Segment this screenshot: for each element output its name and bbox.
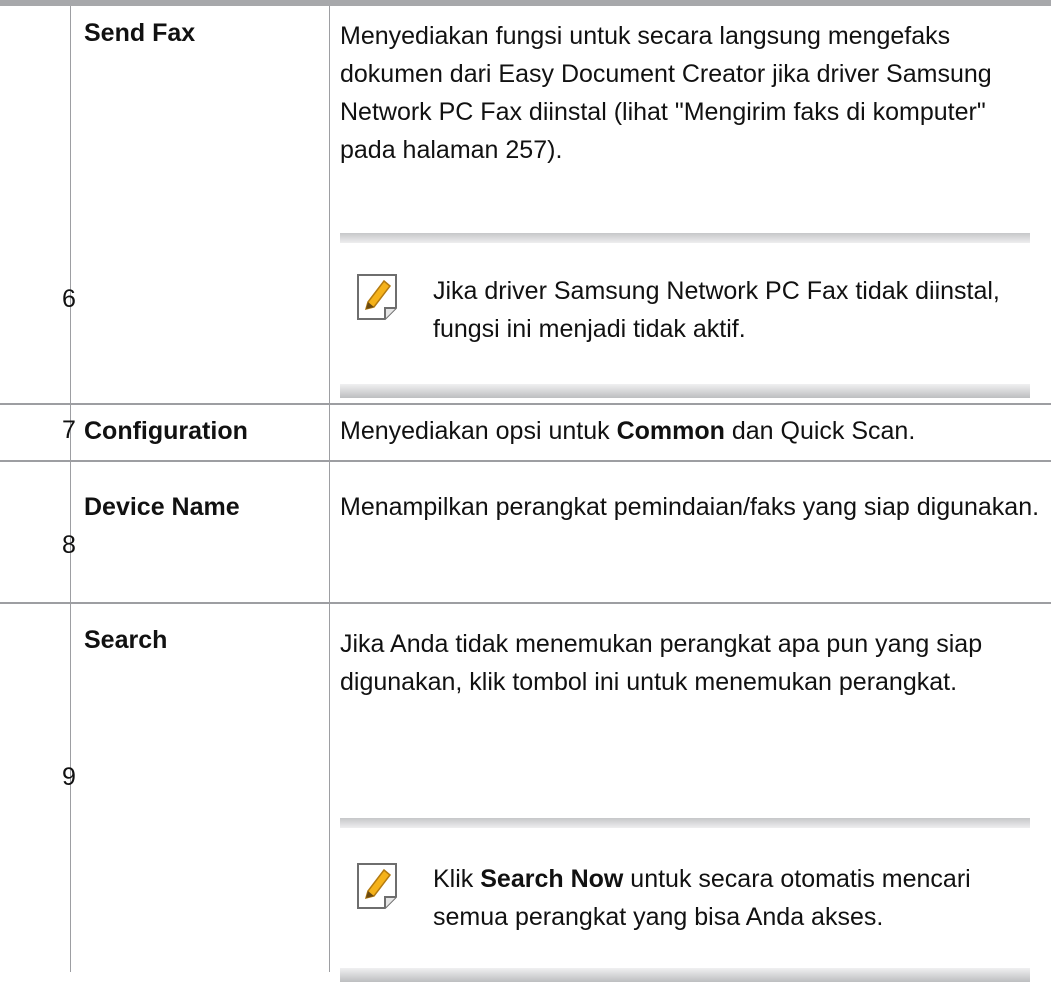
row-name: Search (84, 626, 168, 654)
column-divider-1 (70, 6, 71, 972)
row-description: Menyediakan opsi untuk Common dan Quick … (340, 417, 916, 445)
note-top-bar (340, 233, 1030, 243)
note-pencil-icon (354, 860, 400, 910)
row-divider-6 (0, 403, 1051, 405)
row-number: 7 (62, 416, 76, 444)
note-text: Jika driver Samsung Network PC Fax tidak… (433, 277, 1000, 343)
column-divider-2 (329, 6, 330, 972)
row-number: 8 (62, 531, 76, 559)
row-number: 9 (62, 763, 76, 791)
row-description: Menampilkan perangkat pemindaian/faks ya… (340, 493, 1040, 521)
row-number: 6 (62, 285, 76, 313)
row-divider-8 (0, 602, 1051, 604)
note-pencil-icon (354, 271, 400, 321)
note-bottom-bar (340, 384, 1030, 398)
row-name: Device Name (84, 493, 240, 521)
table-top-rule (0, 0, 1051, 6)
note-top-bar (340, 818, 1030, 828)
row-description: Menyediakan fungsi untuk secara langsung… (340, 22, 992, 164)
row-name: Send Fax (84, 19, 196, 47)
row-description: Jika Anda tidak menemukan perangkat apa … (340, 630, 983, 696)
note-bottom-bar (340, 968, 1030, 982)
row-divider-7 (0, 460, 1051, 462)
row-name: Configuration (84, 417, 248, 445)
note-text: Klik Search Now untuk secara otomatis me… (433, 865, 971, 931)
